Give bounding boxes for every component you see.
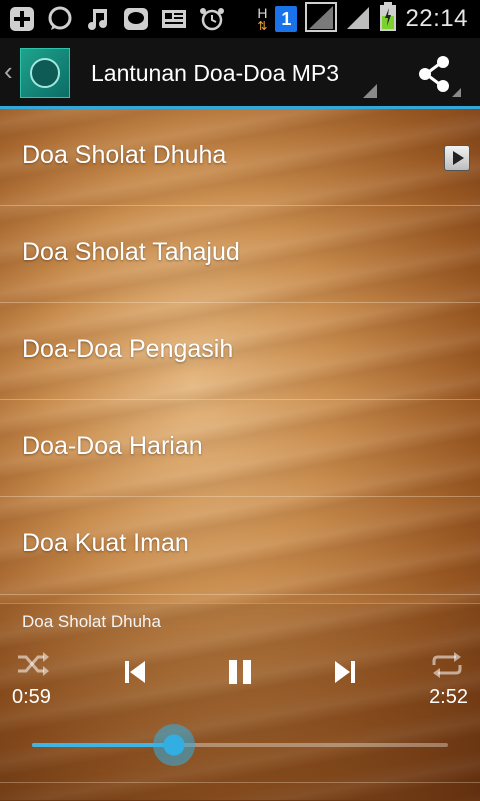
previous-button[interactable] <box>118 656 152 688</box>
seek-bar[interactable] <box>32 724 448 766</box>
add-icon <box>8 5 36 33</box>
song-title: Doa-Doa Harian <box>22 432 203 460</box>
song-title: Doa Kuat Iman <box>22 529 189 557</box>
line-app-icon <box>122 5 150 33</box>
song-title: Doa-Doa Pengasih <box>22 335 234 363</box>
notification-badge: 1 <box>275 6 298 32</box>
play-indicator-icon[interactable] <box>444 145 470 171</box>
current-time: 0:59 <box>12 686 51 708</box>
divider <box>0 782 480 783</box>
shuffle-icon <box>18 652 49 676</box>
next-button[interactable] <box>328 656 362 688</box>
pause-icon <box>229 660 251 684</box>
pause-button[interactable] <box>222 656 258 688</box>
signal-icon <box>305 1 338 37</box>
status-bar: H ⇅ 1 22:14 <box>0 0 480 38</box>
song-title: Doa Sholat Tahajud <box>22 238 240 266</box>
network-type-icon: H ⇅ <box>257 5 268 33</box>
news-icon <box>160 5 188 33</box>
list-item[interactable]: Doa Sholat Dhuha <box>0 109 480 206</box>
action-bar: ‹ Lantunan Doa-Doa MP3 <box>0 38 480 109</box>
whatsapp-icon <box>46 5 74 33</box>
list-item[interactable]: Doa Sholat Tahajud <box>0 206 480 303</box>
player-panel: Doa Sholat Dhuha 0:59 2:52 <box>0 603 480 801</box>
shuffle-button[interactable] <box>14 650 52 678</box>
battery-icon <box>379 1 397 37</box>
total-duration: 2:52 <box>429 686 468 708</box>
alarm-icon <box>198 5 226 33</box>
app-title: Lantunan Doa-Doa MP3 <box>91 60 340 86</box>
repeat-button[interactable] <box>428 650 466 680</box>
skip-next-icon <box>335 661 355 683</box>
clock: 22:14 <box>405 5 468 32</box>
skip-previous-icon <box>125 661 145 683</box>
list-item[interactable]: Doa-Doa Harian <box>0 400 480 497</box>
signal-strength-icon <box>345 4 371 35</box>
music-note-icon <box>84 5 112 33</box>
song-title: Doa Sholat Dhuha <box>22 141 227 169</box>
song-list: Doa Sholat Dhuha Doa Sholat Tahajud Doa-… <box>0 109 480 595</box>
now-playing-title: Doa Sholat Dhuha <box>22 612 161 631</box>
list-item[interactable]: Doa Kuat Iman <box>0 497 480 595</box>
overflow-indicator <box>452 88 461 97</box>
list-item[interactable]: Doa-Doa Pengasih <box>0 303 480 400</box>
app-logo[interactable] <box>20 48 70 98</box>
title-dropdown-indicator[interactable] <box>363 84 377 98</box>
network-type-label: H <box>257 5 268 21</box>
seek-bar-thumb[interactable] <box>153 724 196 766</box>
repeat-icon <box>432 652 462 678</box>
back-chevron-icon[interactable]: ‹ <box>4 56 13 87</box>
